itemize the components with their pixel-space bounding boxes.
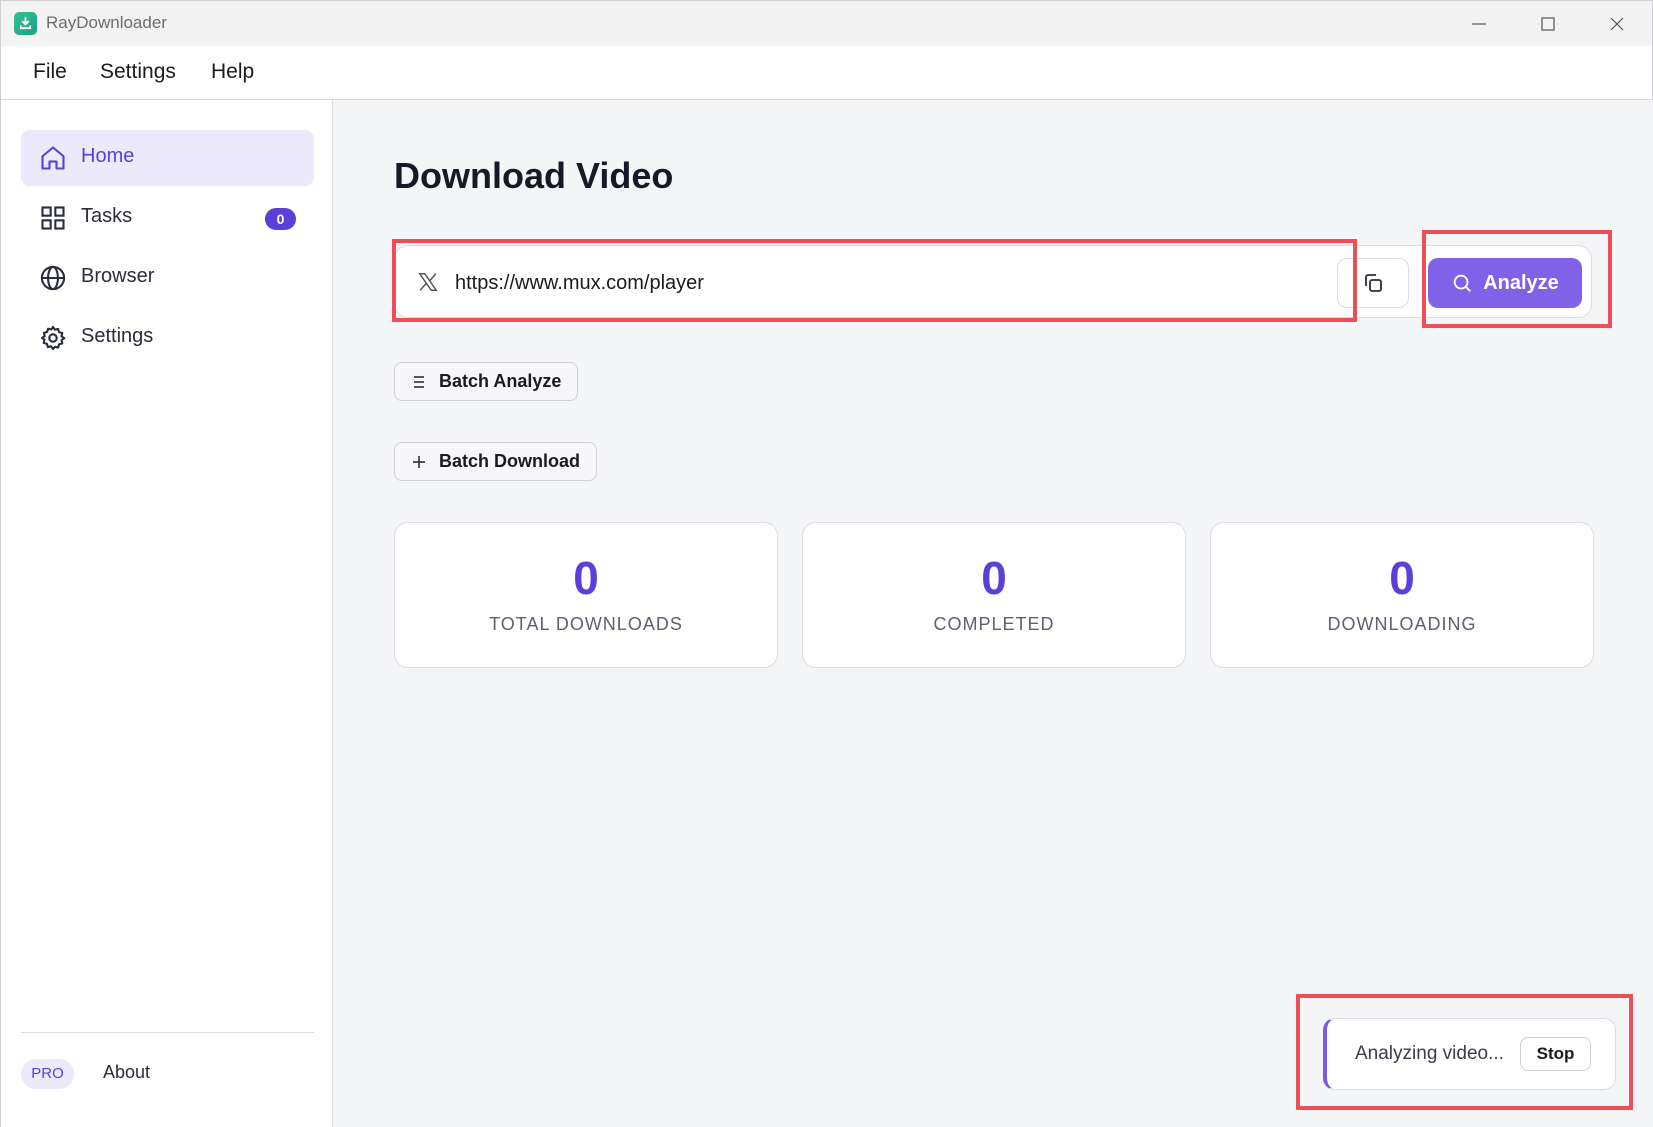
title-bar: RayDownloader	[1, 1, 1652, 46]
app-logo-icon	[14, 12, 37, 35]
plus-icon	[413, 455, 425, 468]
menu-help[interactable]: Help	[211, 60, 254, 84]
grid-icon	[41, 206, 65, 230]
batch-download-button[interactable]: Batch Download	[394, 442, 598, 481]
sidebar-item-settings[interactable]: Settings	[21, 310, 314, 366]
list-icon	[414, 375, 424, 388]
batch-analyze-label: Batch Analyze	[439, 371, 562, 391]
app-title: RayDownloader	[46, 13, 167, 32]
globe-icon	[40, 265, 66, 291]
annotation-url-box	[392, 239, 1357, 322]
close-button[interactable]	[1584, 1, 1650, 46]
minimize-icon	[1472, 22, 1486, 25]
stat-label: TOTAL DOWNLOADS	[489, 614, 683, 634]
stat-card-downloading: 0 DOWNLOADING	[1210, 522, 1594, 668]
tasks-count-badge: 0	[265, 208, 296, 230]
minimize-button[interactable]	[1446, 1, 1512, 46]
menu-bar: File Settings Help	[1, 46, 1652, 100]
sidebar-item-label: Home	[81, 145, 135, 167]
stat-label: DOWNLOADING	[1327, 614, 1477, 634]
menu-file[interactable]: File	[33, 60, 67, 84]
maximize-button[interactable]	[1515, 1, 1581, 46]
pro-badge[interactable]: PRO	[21, 1059, 74, 1089]
sidebar-item-browser[interactable]: Browser	[21, 250, 314, 306]
annotation-analyze-box	[1422, 230, 1612, 328]
stat-label: COMPLETED	[933, 614, 1055, 634]
about-link[interactable]: About	[103, 1062, 150, 1083]
sidebar: Home Tasks 0 Browser Settings PRO About	[1, 100, 333, 1127]
batch-download-label: Batch Download	[439, 451, 581, 471]
stat-card-total-downloads: 0 TOTAL DOWNLOADS	[394, 522, 778, 668]
home-icon	[41, 146, 65, 170]
sidebar-divider	[21, 1032, 314, 1033]
stat-value: 0	[981, 552, 1007, 604]
sidebar-item-label: Settings	[81, 325, 154, 347]
close-icon	[1610, 17, 1624, 30]
sidebar-item-tasks[interactable]: Tasks 0	[21, 190, 314, 246]
sidebar-item-home[interactable]: Home	[21, 130, 314, 186]
stat-card-completed: 0 COMPLETED	[802, 522, 1186, 668]
stat-value: 0	[573, 552, 599, 604]
menu-settings[interactable]: Settings	[100, 60, 176, 84]
annotation-toast-box	[1296, 994, 1633, 1110]
gear-icon	[40, 325, 66, 351]
batch-analyze-button[interactable]: Batch Analyze	[394, 362, 579, 401]
stat-value: 0	[1389, 552, 1415, 604]
app-window: RayDownloader File Settings Help Home Ta…	[0, 0, 1653, 1127]
maximize-icon	[1541, 16, 1555, 31]
sidebar-item-label: Browser	[81, 265, 155, 287]
copy-icon	[1365, 274, 1382, 292]
sidebar-item-label: Tasks	[81, 205, 133, 227]
page-title: Download Video	[394, 155, 674, 196]
